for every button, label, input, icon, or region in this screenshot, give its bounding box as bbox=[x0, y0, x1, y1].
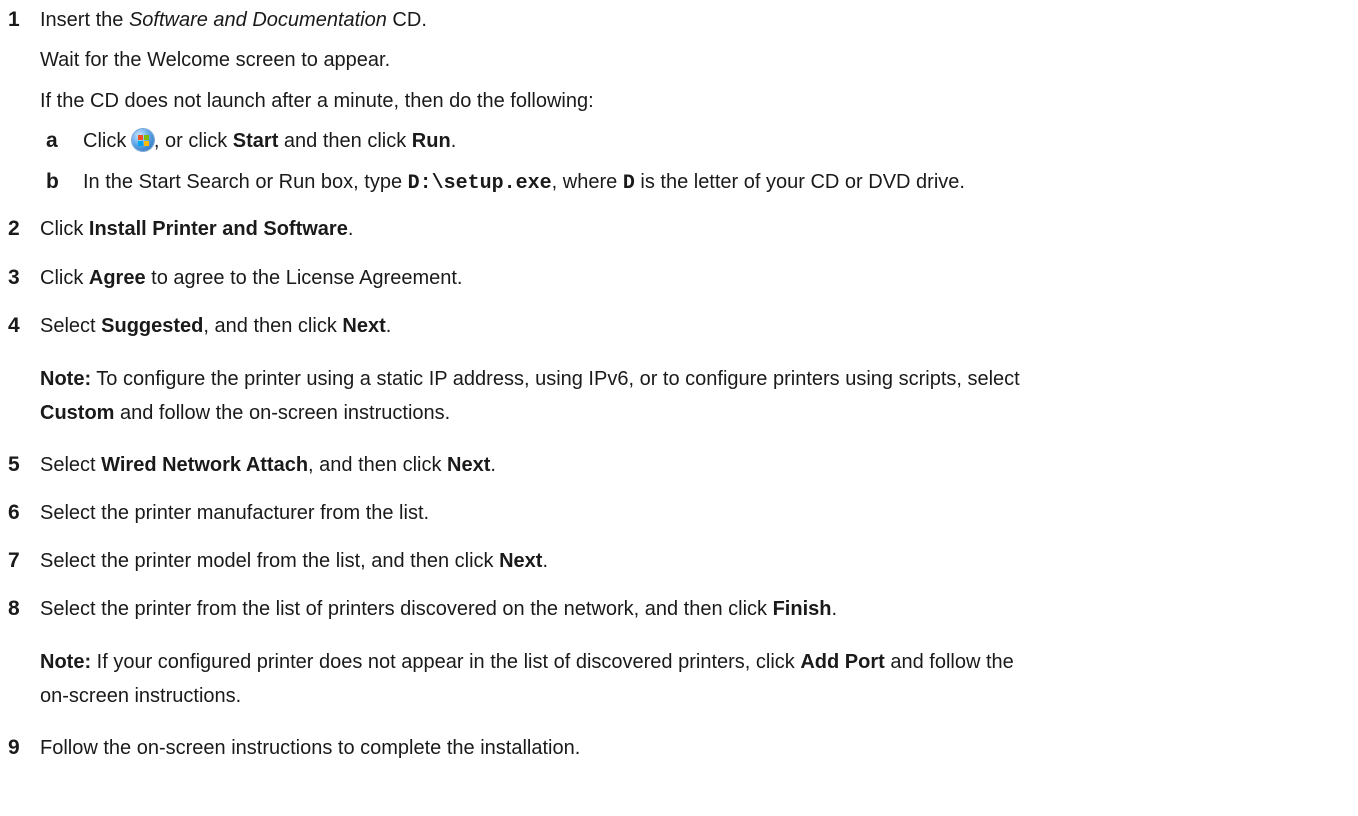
note-add-port-cont: on-screen instructions. bbox=[40, 685, 242, 707]
step-number: 6 bbox=[8, 501, 20, 524]
substep-b: b In the Start Search or Run box, type D… bbox=[46, 170, 965, 195]
setup-command: D:\setup.exe bbox=[407, 172, 552, 195]
note-static-ip: Note: To configure the printer using a s… bbox=[40, 368, 1020, 390]
step-number: 5 bbox=[8, 453, 20, 476]
step-number: 1 bbox=[8, 8, 20, 31]
windows-start-orb-icon bbox=[131, 129, 154, 151]
drive-letter: D bbox=[622, 172, 635, 195]
substep-a: a Click , or click Start and then click … bbox=[0, 127, 1358, 155]
note-add-port: Note: If your configured printer does no… bbox=[40, 651, 1014, 673]
step-number: 4 bbox=[8, 314, 20, 337]
step-number: 9 bbox=[8, 736, 20, 759]
step-1-wait: Wait for the Welcome screen to appear. bbox=[40, 49, 391, 71]
step-number: 8 bbox=[8, 597, 20, 620]
substep-letter: b bbox=[46, 170, 59, 193]
instruction-page: 1 Insert the Software and Documentation … bbox=[0, 0, 1358, 816]
step-1-if: If the CD does not launch after a minute… bbox=[40, 90, 594, 112]
step-number: 7 bbox=[8, 549, 20, 572]
step-number: 3 bbox=[8, 266, 20, 289]
cd-name: Software and Documentation bbox=[128, 9, 387, 31]
substep-letter: a bbox=[46, 129, 58, 152]
step-number: 2 bbox=[8, 217, 20, 240]
note-static-ip-cont: Custom and follow the on-screen instruct… bbox=[40, 402, 451, 424]
